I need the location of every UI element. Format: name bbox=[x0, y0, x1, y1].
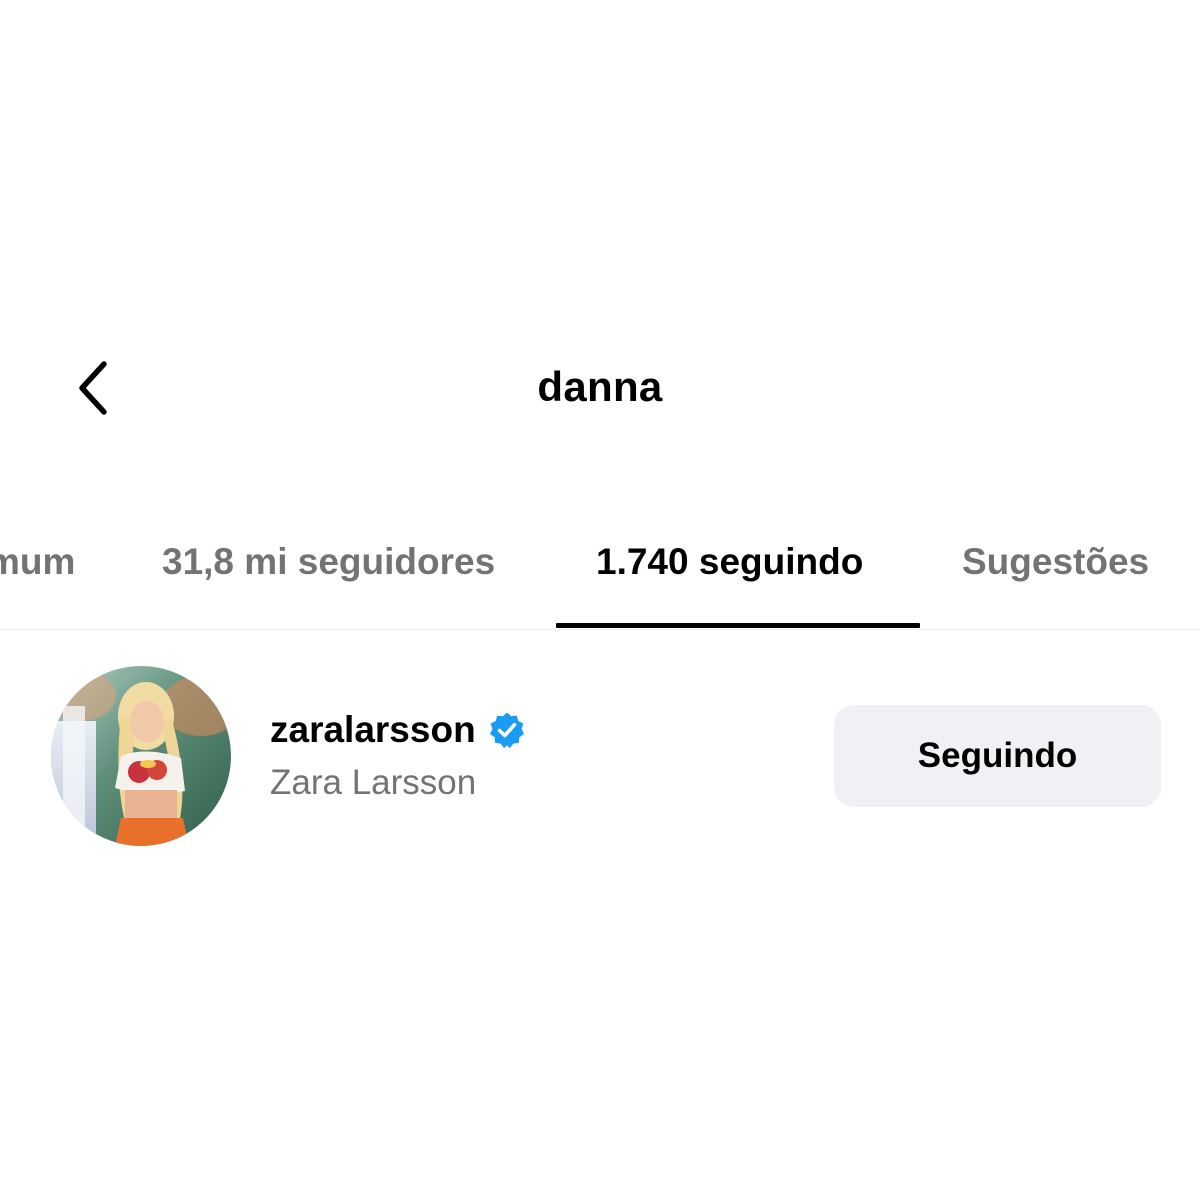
username[interactable]: zaralarsson bbox=[270, 704, 476, 756]
following-screen: danna mum 31,8 mi seguidores 1.740 segui… bbox=[0, 0, 1200, 1200]
tab-mutual[interactable]: mum bbox=[0, 520, 75, 604]
verified-badge-icon bbox=[488, 711, 526, 749]
tab-bar: mum 31,8 mi seguidores 1.740 seguindo Su… bbox=[0, 520, 1200, 630]
username-line: zaralarsson bbox=[270, 704, 526, 756]
following-button[interactable]: Seguindo bbox=[834, 705, 1161, 807]
avatar[interactable] bbox=[51, 666, 231, 846]
user-info: zaralarsson Zara Larsson bbox=[270, 704, 526, 808]
full-name: Zara Larsson bbox=[270, 763, 477, 802]
page-title: danna bbox=[537, 363, 663, 410]
list-item[interactable]: zaralarsson Zara Larsson Seguindo bbox=[0, 650, 1200, 860]
tab-suggestions[interactable]: Sugestões bbox=[962, 520, 1149, 604]
tab-followers[interactable]: 31,8 mi seguidores bbox=[162, 520, 495, 604]
tab-following[interactable]: 1.740 seguindo bbox=[596, 520, 863, 604]
active-tab-indicator bbox=[556, 623, 920, 628]
